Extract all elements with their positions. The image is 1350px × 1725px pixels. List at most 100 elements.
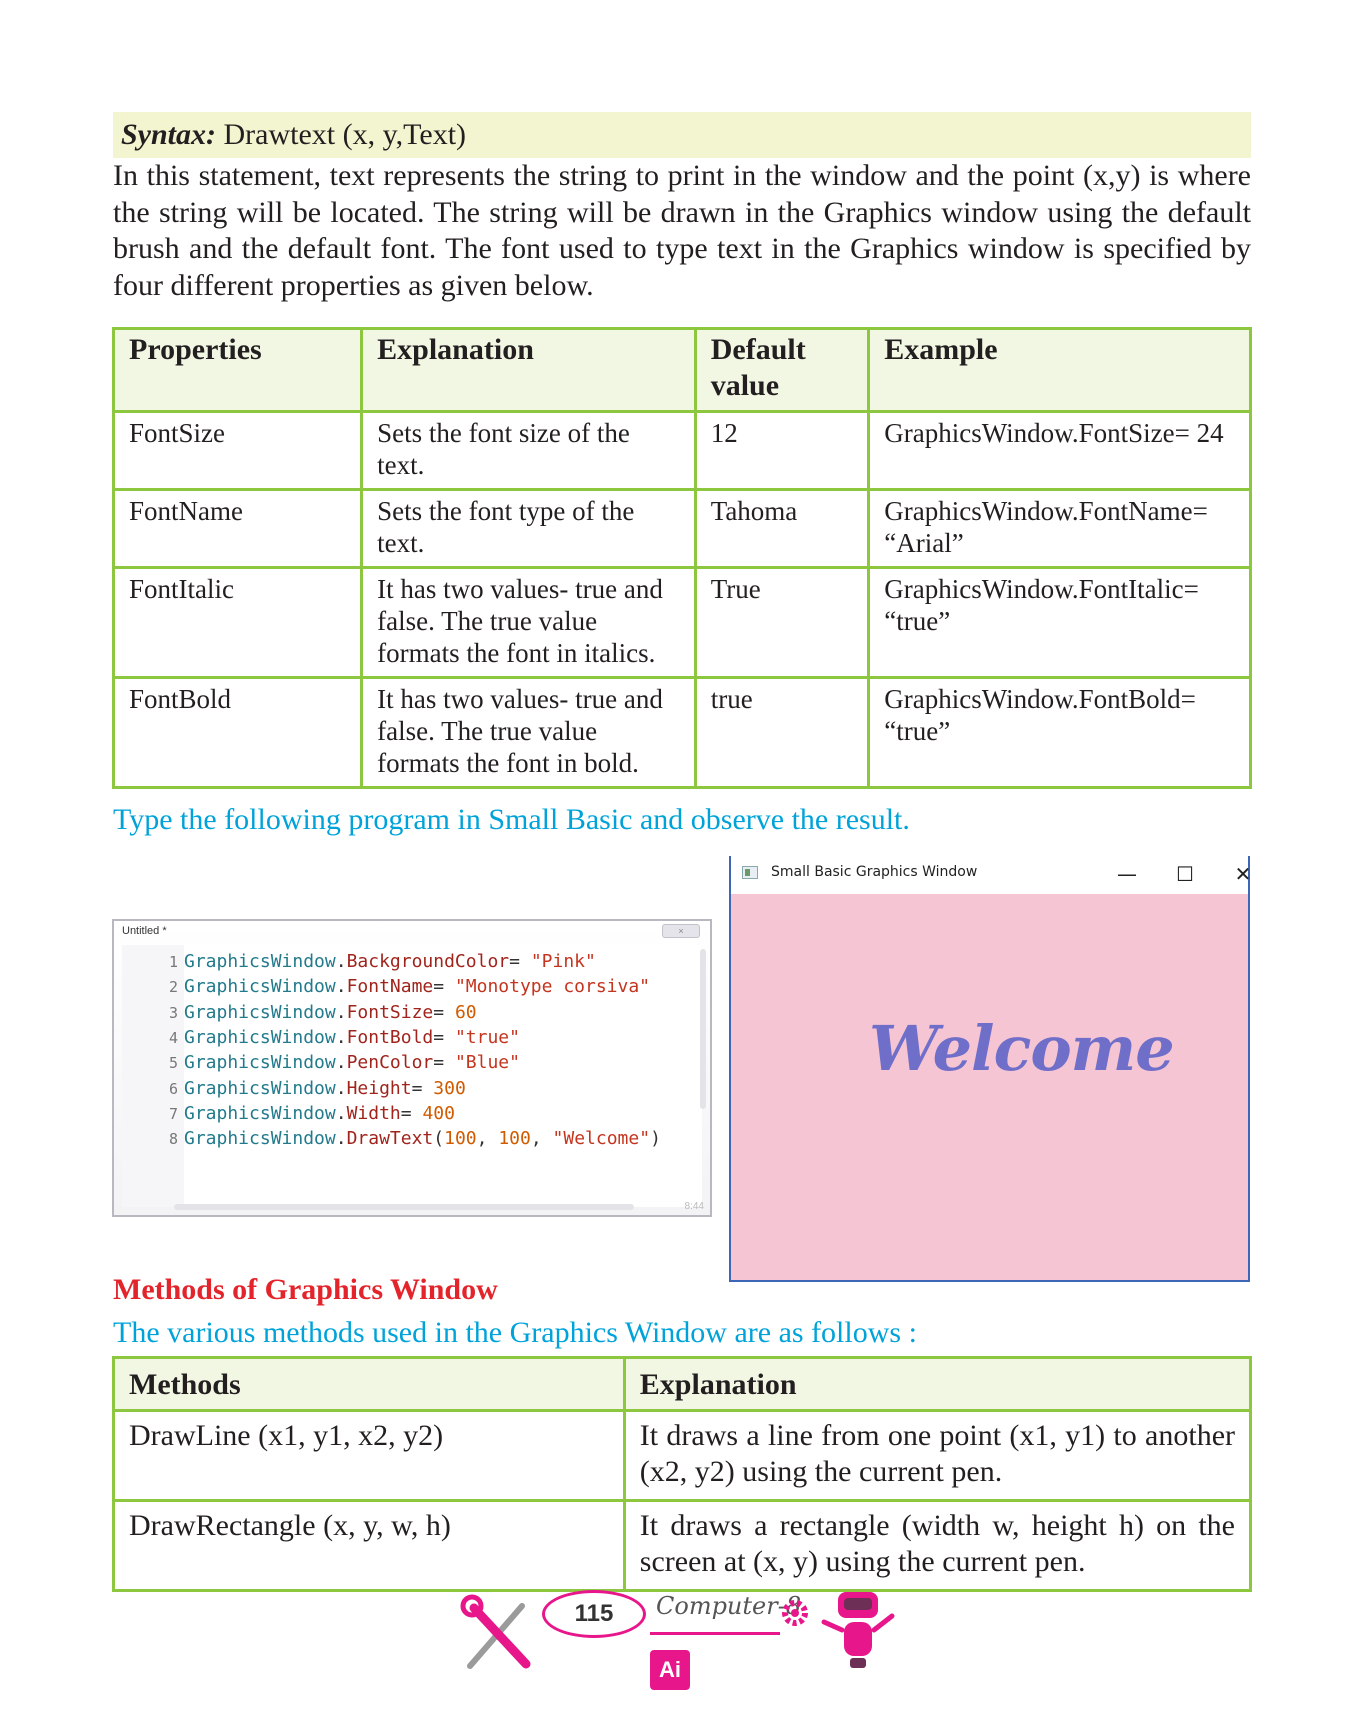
code-line: 5 GraphicsWindow.PenColor= "Blue" <box>122 1052 520 1073</box>
code-operator: ( <box>433 1128 445 1150</box>
default-cell: true <box>693 676 871 789</box>
table-row: DrawLine (x1, y1, x2, y2) It draws a lin… <box>112 1409 1253 1502</box>
code-dot: . <box>335 1001 347 1023</box>
example-cell: GraphicsWindow.FontItalic= “true” <box>867 566 1252 679</box>
code-object: GraphicsWindow <box>184 1102 336 1124</box>
code-punctuation: , <box>530 1128 553 1150</box>
graphics-window: Small Basic Graphics Window — ☐ ✕ Welcom… <box>729 856 1251 1282</box>
code-punctuation: ) <box>650 1128 661 1150</box>
header-explanation: Explanation <box>360 327 697 413</box>
code-line: 2 GraphicsWindow.FontName= "Monotype cors… <box>122 976 650 997</box>
robot-icon <box>821 1592 895 1668</box>
line-number: 1 <box>168 953 178 971</box>
editor-close-button[interactable]: × <box>662 924 700 938</box>
code-object: GraphicsWindow <box>184 1052 336 1074</box>
methods-header-row: Methods Explanation <box>112 1356 1253 1412</box>
code-member: FontName <box>346 976 434 998</box>
method-cell: DrawRectangle (x, y, w, h) <box>112 1499 626 1592</box>
code-string: "true" <box>454 1026 520 1048</box>
code-number: 100 <box>444 1128 477 1150</box>
code-object: GraphicsWindow <box>184 1077 336 1099</box>
code-number: 100 <box>498 1128 531 1150</box>
default-cell: Tahoma <box>693 488 871 569</box>
code-dot: . <box>335 1077 347 1099</box>
code-member: BackgroundColor <box>346 951 510 972</box>
line-number: 7 <box>168 1104 178 1123</box>
line-number: 4 <box>168 1028 178 1047</box>
graphics-window-titlebar[interactable]: Small Basic Graphics Window — ☐ ✕ <box>731 856 1251 894</box>
methods-heading: Methods of Graphics Window <box>113 1273 498 1306</box>
code-editor-window: Untitled * × 1 GraphicsWindow.BackgroundC… <box>112 919 712 1217</box>
code-number: 60 <box>454 1001 477 1023</box>
graphics-window-title: Small Basic Graphics Window <box>771 864 978 880</box>
code-member: FontBold <box>346 1026 434 1048</box>
code-punctuation: , <box>476 1128 499 1150</box>
cursor-position: 8:44 <box>684 1201 704 1212</box>
property-cell: FontSize <box>111 410 364 491</box>
welcome-output-text: Welcome <box>869 1012 1175 1085</box>
code-member: PenColor <box>346 1052 434 1074</box>
property-cell: FontBold <box>111 676 364 789</box>
instruction-text: Type the following program in Small Basi… <box>113 803 910 836</box>
code-dot: . <box>335 951 347 972</box>
gear-icon <box>782 1600 808 1626</box>
explanation-cell: It has two values- true and false. The t… <box>360 566 697 679</box>
line-number: 3 <box>168 1003 178 1022</box>
default-cell: True <box>693 566 871 679</box>
properties-header-row: Properties Explanation Default value Exa… <box>111 327 1252 413</box>
code-operator: = <box>400 1102 423 1124</box>
code-dot: . <box>335 1052 347 1074</box>
code-member: Width <box>346 1102 401 1124</box>
explanation-cell: It has two values- true and false. The t… <box>360 676 697 789</box>
page-footer: 115 Computer-8 Ai <box>460 1582 900 1692</box>
code-operator: = <box>433 1052 455 1074</box>
table-row: FontName Sets the font type of the text.… <box>111 488 1252 569</box>
table-row: FontItalic It has two values- true and f… <box>111 566 1252 679</box>
code-line: 7 GraphicsWindow.Width= 400 <box>122 1103 455 1124</box>
code-operator: = <box>433 976 455 998</box>
code-dot: . <box>335 976 347 998</box>
header-method-explanation: Explanation <box>622 1356 1253 1412</box>
method-cell: DrawLine (x1, y1, x2, y2) <box>112 1409 626 1502</box>
minimize-button[interactable]: — <box>1112 860 1142 888</box>
horizontal-scrollbar[interactable] <box>174 1204 634 1210</box>
line-number: 2 <box>168 978 178 997</box>
maximize-button[interactable]: ☐ <box>1170 860 1200 888</box>
ai-badge: Ai <box>650 1650 690 1690</box>
close-button[interactable]: ✕ <box>1228 860 1258 888</box>
header-example: Example <box>867 327 1252 413</box>
code-dot: . <box>335 1026 347 1048</box>
example-cell: GraphicsWindow.FontSize= 24 <box>867 410 1252 491</box>
tools-icon <box>460 1594 531 1669</box>
explanation-cell: Sets the font type of the text. <box>360 488 697 569</box>
editor-title: Untitled * <box>122 925 167 937</box>
footer-divider <box>650 1632 780 1635</box>
methods-intro: The various methods used in the Graphics… <box>113 1316 917 1349</box>
vertical-scrollbar[interactable] <box>700 949 706 1109</box>
graphics-canvas: Welcome <box>731 894 1248 1280</box>
syntax-text: Drawtext (x, y,Text) <box>223 118 467 151</box>
code-string: "Blue" <box>454 1052 520 1074</box>
property-cell: FontItalic <box>111 566 364 679</box>
line-number: 8 <box>168 1130 178 1149</box>
code-line: 8 GraphicsWindow.DrawText(100, 100, "Welc… <box>122 1128 661 1149</box>
table-row: FontSize Sets the font size of the text.… <box>111 410 1252 491</box>
code-member: FontSize <box>346 1001 434 1023</box>
editor-code-area[interactable]: 1 GraphicsWindow.BackgroundColor= "Pink" 2… <box>122 945 702 1207</box>
code-line: 6 GraphicsWindow.Height= 300 <box>122 1078 466 1099</box>
code-string: "Pink" <box>530 951 596 972</box>
code-number: 300 <box>433 1077 466 1099</box>
code-line: 4 GraphicsWindow.FontBold= "true" <box>122 1027 520 1048</box>
code-object: GraphicsWindow <box>184 1128 336 1150</box>
intro-paragraph: In this statement, text represents the s… <box>113 159 1251 302</box>
example-cell: GraphicsWindow.FontBold= “true” <box>867 676 1252 789</box>
header-default-value: Default value <box>693 327 871 413</box>
code-string: "Welcome" <box>552 1128 651 1150</box>
code-string: "Monotype corsiva" <box>454 976 651 998</box>
example-cell: GraphicsWindow.FontName= “Arial” <box>867 488 1252 569</box>
code-object: GraphicsWindow <box>184 1001 336 1023</box>
code-object: GraphicsWindow <box>184 976 336 998</box>
code-operator: = <box>411 1077 434 1099</box>
methods-table: Methods Explanation DrawLine (x1, y1, x2… <box>112 1356 1253 1592</box>
syntax-bar: Syntax: Drawtext (x, y,Text) <box>113 112 1251 158</box>
